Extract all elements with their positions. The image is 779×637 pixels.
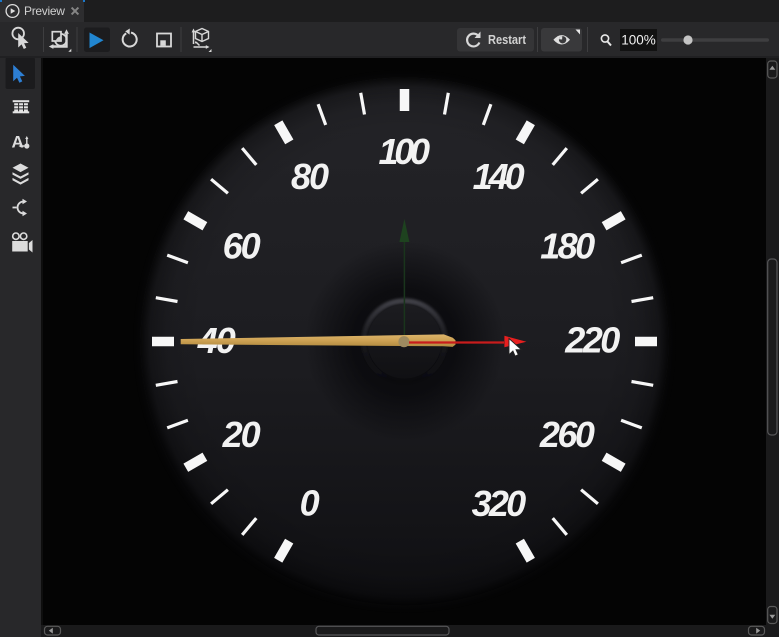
svg-text:Restart: Restart bbox=[488, 32, 527, 47]
svg-text:100: 100 bbox=[379, 131, 431, 172]
svg-text:20: 20 bbox=[222, 414, 261, 455]
svg-text:320: 320 bbox=[472, 483, 527, 524]
svg-text:A: A bbox=[12, 133, 24, 152]
svg-text:80: 80 bbox=[291, 156, 329, 197]
svg-text:100%: 100% bbox=[621, 33, 656, 48]
svg-text:0: 0 bbox=[300, 483, 320, 524]
svg-text:220: 220 bbox=[564, 320, 620, 361]
svg-text:260: 260 bbox=[539, 414, 595, 455]
svg-text:140: 140 bbox=[473, 156, 525, 197]
svg-text:180: 180 bbox=[540, 226, 595, 267]
svg-text:60: 60 bbox=[223, 226, 261, 267]
